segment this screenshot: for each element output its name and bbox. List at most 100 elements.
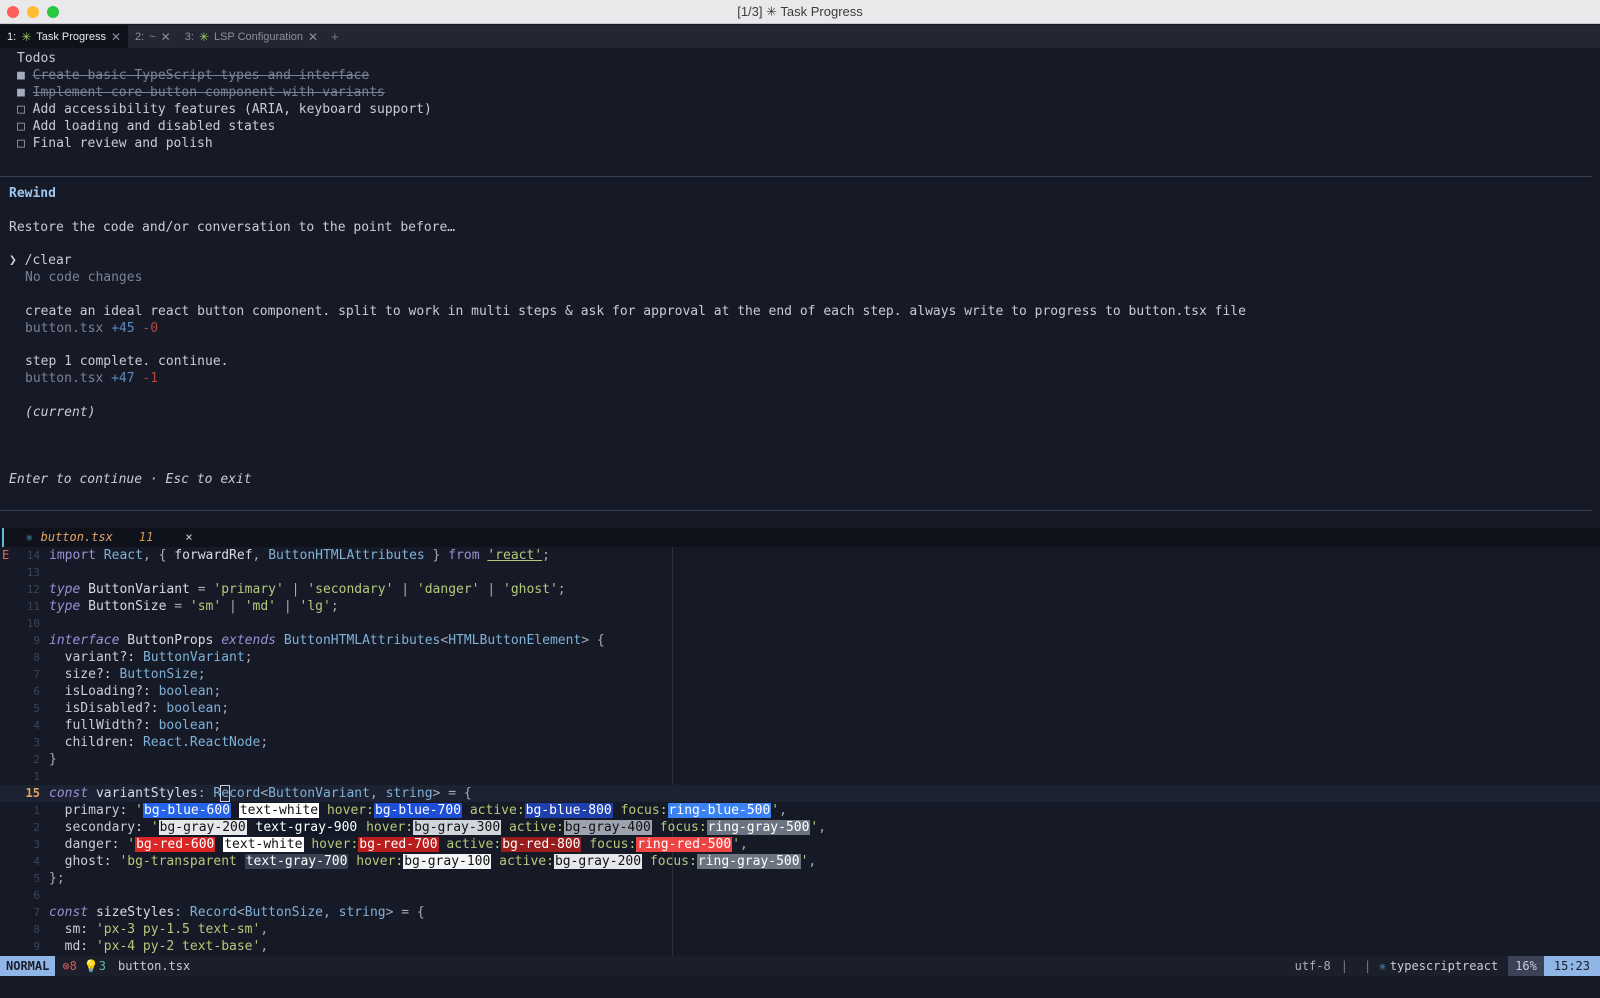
line-number: 6 bbox=[33, 685, 40, 698]
separator: | bbox=[1363, 959, 1372, 973]
tab-home[interactable]: 2: ~ ✕ bbox=[128, 25, 178, 48]
current-code-line: 15 const variantStyles: Record<ButtonVari… bbox=[0, 785, 1600, 802]
changed-file: button.tsx bbox=[25, 371, 104, 386]
rewind-description: Restore the code and/or conversation to … bbox=[9, 220, 456, 235]
line-number: 1 bbox=[33, 804, 40, 817]
todo-text: Implement core button component with var… bbox=[32, 85, 385, 100]
rewind-option-create[interactable]: create an ideal react button component. … bbox=[25, 303, 1246, 320]
react-file-icon: ⚛ bbox=[1379, 959, 1386, 973]
line-number: 13 bbox=[26, 566, 40, 579]
line-number: 3 bbox=[33, 838, 40, 851]
unchecked-box-icon: □ bbox=[17, 119, 25, 134]
command-line[interactable] bbox=[0, 976, 1600, 998]
rewind-title: Rewind bbox=[9, 186, 56, 201]
line-number: 15 bbox=[25, 786, 40, 800]
code-line: 7 const sizeStyles: Record<ButtonSize, st… bbox=[0, 904, 1600, 921]
lines-added: +45 bbox=[111, 321, 135, 336]
rewind-option-clear[interactable]: ❯ /clear bbox=[9, 252, 72, 269]
vim-mode-badge: NORMAL bbox=[0, 956, 56, 976]
sparkle-icon: ✳ bbox=[21, 29, 32, 44]
diagnostics-count: 11 bbox=[138, 530, 154, 544]
close-tab-icon[interactable]: ✕ bbox=[161, 30, 171, 44]
editor-tab-filename[interactable]: button.tsx bbox=[41, 530, 113, 544]
close-tab-icon[interactable]: ✕ bbox=[111, 30, 121, 44]
code-line: 5 isDisabled?: boolean; bbox=[0, 700, 1600, 717]
code-line: 5}; bbox=[0, 870, 1600, 887]
line-number: 9 bbox=[33, 634, 40, 647]
code-line: 10 bbox=[0, 615, 1600, 632]
code-line: 12 type ButtonVariant = 'primary' | 'seco… bbox=[0, 581, 1600, 598]
line-number: 4 bbox=[33, 719, 40, 732]
code-line: 13 bbox=[0, 564, 1600, 581]
todo-item: ■ Create basic TypeScript types and inte… bbox=[17, 67, 369, 84]
rewind-option-current[interactable]: (current) bbox=[25, 404, 95, 421]
keyboard-hint: Enter to continue · Esc to exit bbox=[9, 472, 252, 487]
rewind-detail: No code changes bbox=[25, 270, 143, 285]
tab-task-progress[interactable]: 1: ✳ Task Progress ✕ bbox=[0, 25, 129, 48]
react-file-icon: ⚛ bbox=[26, 530, 33, 544]
window-title: [1/3] ✳ Task Progress bbox=[737, 4, 863, 19]
code-line: 3 children: React.ReactNode; bbox=[0, 734, 1600, 751]
code-line: 3 danger: 'bg-red-600 text-white hover:b… bbox=[0, 836, 1600, 853]
code-line: 4 ghost: 'bg-transparent text-gray-700 h… bbox=[0, 853, 1600, 870]
todo-item: ■ Implement core button component with v… bbox=[17, 84, 385, 101]
status-line: NORMAL ⊗8 💡3 button.tsx utf-8 | | ⚛ type… bbox=[0, 956, 1600, 976]
line-number: 5 bbox=[33, 872, 40, 885]
close-buffer-icon[interactable]: × bbox=[185, 530, 192, 544]
file-encoding: utf-8 bbox=[1294, 959, 1331, 973]
close-tab-icon[interactable]: ✕ bbox=[308, 30, 318, 44]
tab-label: ~ bbox=[149, 30, 156, 43]
line-number: 5 bbox=[33, 702, 40, 715]
separator: | bbox=[1340, 959, 1348, 973]
code-line: 8 variant?: ButtonVariant; bbox=[0, 649, 1600, 666]
line-number: 12 bbox=[26, 583, 40, 596]
code-line: 9 interface ButtonProps extends ButtonHTM… bbox=[0, 632, 1600, 649]
cursor-position: 15:23 bbox=[1543, 956, 1600, 976]
line-number: 7 bbox=[33, 668, 40, 681]
todo-item: □ Final review and polish bbox=[17, 135, 213, 152]
code-line: 4 fullWidth?: boolean; bbox=[0, 717, 1600, 734]
window-titlebar: [1/3] ✳ Task Progress bbox=[0, 0, 1600, 24]
divider bbox=[0, 510, 1592, 511]
divider bbox=[0, 176, 1592, 177]
code-line: 6 isLoading?: boolean; bbox=[0, 683, 1600, 700]
sparkle-icon: ✳ bbox=[198, 29, 209, 44]
tab-index: 2: bbox=[135, 30, 145, 43]
error-count[interactable]: ⊗8 bbox=[62, 959, 76, 973]
hint-count[interactable]: 💡3 bbox=[84, 959, 106, 973]
filetype: typescriptreact bbox=[1389, 959, 1499, 973]
todo-text: Add accessibility features (ARIA, keyboa… bbox=[32, 102, 432, 117]
todo-item: □ Add accessibility features (ARIA, keyb… bbox=[17, 101, 432, 118]
active-indicator bbox=[2, 528, 4, 547]
line-number: 8 bbox=[33, 651, 40, 664]
line-number: 7 bbox=[33, 906, 40, 919]
rewind-option-step1[interactable]: step 1 complete. continue. bbox=[25, 353, 229, 370]
tab-lsp-configuration[interactable]: 3: ✳ LSP Configuration ✕ bbox=[178, 25, 325, 48]
line-number: 8 bbox=[33, 923, 40, 936]
editor-tab-bar: ⚛ button.tsx 11 × bbox=[0, 528, 1600, 547]
rewind-file-change: button.tsx +45 -0 bbox=[25, 320, 158, 337]
lines-removed: -0 bbox=[142, 321, 159, 336]
todo-item: □ Add loading and disabled states bbox=[17, 118, 275, 135]
tab-label: LSP Configuration bbox=[213, 30, 304, 43]
todos-heading: Todos bbox=[17, 51, 57, 66]
code-line: 11 type ButtonSize = 'sm' | 'md' | 'lg'; bbox=[0, 598, 1600, 615]
terminal-tab-bar: 1: ✳ Task Progress ✕ 2: ~ ✕ 3: ✳ LSP Con… bbox=[0, 25, 1600, 48]
line-number: 4 bbox=[33, 855, 40, 868]
tab-label: Task Progress bbox=[36, 30, 106, 43]
changed-file: button.tsx bbox=[25, 321, 104, 336]
line-number: 14 bbox=[26, 549, 40, 562]
unchecked-box-icon: □ bbox=[17, 136, 25, 151]
code-line: 2} bbox=[0, 751, 1600, 768]
code-editor[interactable]: ⚛ button.tsx 11 × E 14 import React, { for… bbox=[0, 528, 1600, 956]
line-number: 1 bbox=[33, 770, 40, 783]
new-tab-button[interactable]: + bbox=[325, 29, 345, 44]
tab-index: 1: bbox=[7, 30, 17, 43]
rewind-prompt: /clear bbox=[24, 253, 72, 268]
code-line: 2 secondary: 'bg-gray-200 text-gray-900 … bbox=[0, 819, 1600, 836]
code-line: 6 bbox=[0, 887, 1600, 904]
unchecked-box-icon: □ bbox=[17, 102, 25, 117]
scroll-percent: 16% bbox=[1508, 956, 1544, 976]
checked-box-icon: ■ bbox=[17, 68, 25, 83]
todo-text: Add loading and disabled states bbox=[32, 119, 276, 134]
